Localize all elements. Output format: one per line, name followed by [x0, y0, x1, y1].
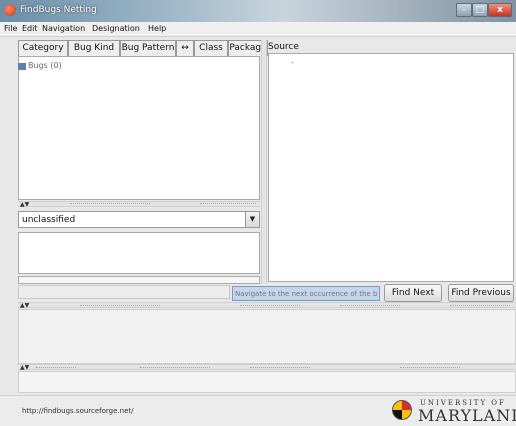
menu-help[interactable]: Help [148, 24, 166, 33]
search-row-spacer [18, 285, 230, 299]
window-title: FindBugs Netting [20, 5, 97, 15]
close-icon[interactable]: x [488, 3, 512, 17]
splitter-grip [200, 203, 256, 205]
bug-summary-area[interactable] [18, 309, 516, 364]
title-bar: FindBugs Netting – □ x [0, 0, 516, 22]
tab-bug-pattern[interactable]: Bug Pattern [120, 40, 176, 56]
splitter-grip [140, 367, 210, 369]
splitter-arrows-icon[interactable]: ▲▼ [20, 202, 29, 208]
maximize-icon[interactable]: □ [472, 3, 488, 17]
menu-edit[interactable]: Edit [22, 24, 38, 33]
tree-root-label[interactable]: Bugs (0) [28, 61, 62, 70]
menu-bar: File Edit Navigation Designation Help [0, 22, 516, 37]
findbugs-app-icon [4, 4, 16, 16]
comments-area[interactable] [18, 232, 260, 274]
designation-value: unclassified [22, 215, 76, 225]
tab-bug-kind[interactable]: Bug Kind [68, 40, 120, 56]
splitter-grip [70, 203, 150, 205]
status-url: http://findbugs.sourceforge.net/ [22, 407, 134, 415]
tab-class[interactable]: Class [194, 40, 228, 56]
minimize-icon[interactable]: – [456, 3, 472, 17]
menu-navigation[interactable]: Navigation [42, 24, 85, 33]
logo-maryland-text: MARYLAND [418, 406, 516, 425]
comments-footer [18, 276, 260, 284]
search-input-field[interactable] [235, 288, 377, 299]
splitter-grip [36, 367, 76, 369]
splitter-grip [80, 305, 160, 307]
splitter-grip [250, 367, 310, 369]
menu-file[interactable]: File [4, 24, 17, 33]
status-bar: http://findbugs.sourceforge.net/ UNIVERS… [0, 395, 516, 426]
center-splitter[interactable] [261, 40, 267, 284]
bottom-panel [18, 371, 516, 393]
find-previous-button[interactable]: Find Previous [448, 284, 514, 302]
tree-node-icon [18, 63, 26, 70]
source-caret: - [291, 58, 294, 67]
splitter-grip [450, 305, 510, 307]
source-panel[interactable] [268, 53, 514, 282]
menu-designation[interactable]: Designation [92, 24, 140, 33]
designation-combo[interactable]: unclassified ▼ [18, 211, 260, 228]
tab-category[interactable]: Category [18, 40, 68, 56]
splitter-grip [400, 367, 460, 369]
university-seal-logo [392, 400, 412, 420]
splitter-grip [240, 305, 300, 307]
source-label: Source [268, 42, 299, 52]
tab-swap-arrows[interactable]: ↔ [176, 40, 194, 56]
splitter-grip [340, 305, 400, 307]
search-input[interactable] [232, 286, 380, 301]
chevron-down-icon[interactable]: ▼ [245, 212, 259, 227]
find-next-button[interactable]: Find Next [384, 284, 442, 302]
bug-tree-panel[interactable] [18, 56, 260, 200]
